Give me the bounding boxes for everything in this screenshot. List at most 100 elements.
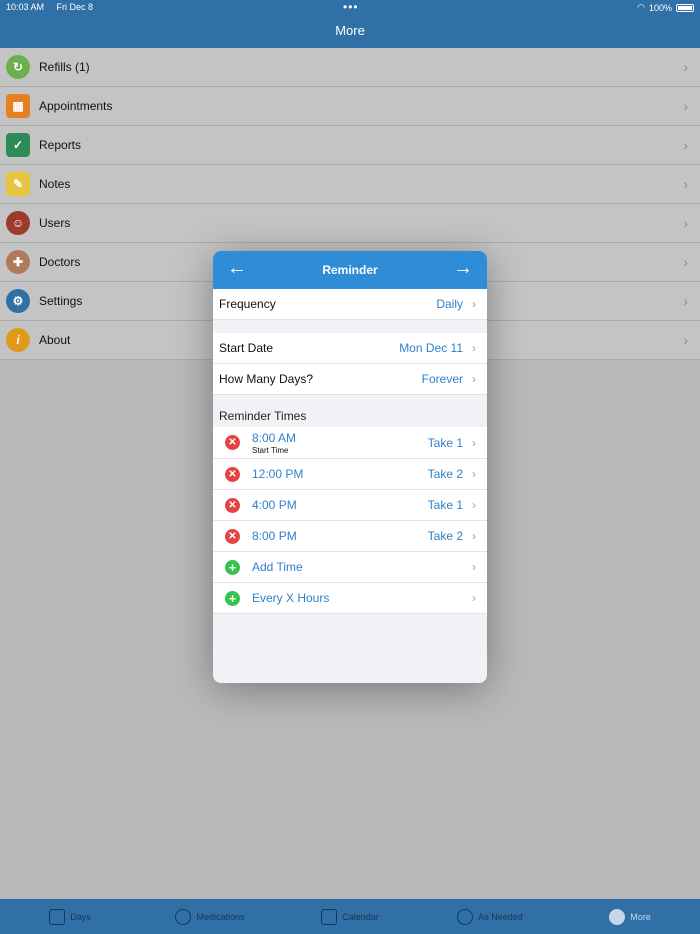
reminder-time: 8:00 AM bbox=[252, 430, 297, 445]
house-icon bbox=[49, 908, 66, 925]
menu-item-label: Refills (1) bbox=[39, 60, 90, 74]
add-time-label: Add Time bbox=[252, 560, 303, 574]
dose-value: Take 1 bbox=[427, 498, 463, 512]
how-many-days-row[interactable]: How Many Days? Forever › bbox=[213, 364, 487, 395]
menu-item-notes[interactable]: ✎ Notes › bbox=[0, 165, 700, 204]
every-x-hours-row[interactable]: + Every X Hours › bbox=[213, 583, 487, 614]
reminder-time: 4:00 PM bbox=[252, 498, 297, 512]
frequency-label: Frequency bbox=[219, 297, 276, 311]
forward-arrow-icon[interactable]: → bbox=[453, 258, 473, 278]
menu-item-label: Appointments bbox=[39, 99, 113, 113]
chevron-right-icon: › bbox=[683, 137, 688, 153]
frequency-row[interactable]: Frequency Daily › bbox=[213, 289, 487, 320]
dose-value: Take 2 bbox=[427, 467, 463, 481]
about-icon: i bbox=[6, 328, 30, 352]
tab-days[interactable]: Days bbox=[0, 899, 140, 934]
top-bar: 10:03 AM Fri Dec 8 ••• ◠ 100% More bbox=[0, 0, 700, 48]
tab-as-needed[interactable]: As Needed bbox=[420, 899, 560, 934]
add-time-row[interactable]: + Add Time › bbox=[213, 552, 487, 583]
every-x-hours-label: Every X Hours bbox=[252, 591, 330, 605]
remove-circle-icon[interactable]: ✕ bbox=[225, 498, 240, 513]
users-icon: ☺ bbox=[6, 211, 30, 235]
reminder-time-row[interactable]: ✕ 12:00 PM Take 2 › bbox=[213, 459, 487, 490]
remove-circle-icon[interactable]: ✕ bbox=[225, 435, 240, 450]
add-circle-icon[interactable]: + bbox=[225, 591, 240, 606]
reminder-time-row[interactable]: ✕ 8:00 AM Start Time Take 1 › bbox=[213, 427, 487, 459]
menu-item-label: Reports bbox=[39, 138, 82, 152]
start-time-caption: Start Time bbox=[252, 445, 289, 455]
tab-label: Days bbox=[70, 911, 91, 922]
doctors-icon: ✚ bbox=[6, 250, 30, 274]
remove-circle-icon[interactable]: ✕ bbox=[225, 467, 240, 482]
status-date: Fri Dec 8 bbox=[56, 2, 94, 12]
settings-icon: ⚙ bbox=[6, 289, 30, 313]
how-many-days-label: How Many Days? bbox=[219, 372, 314, 386]
tab-label: As Needed bbox=[478, 911, 523, 922]
dose-value: Take 1 bbox=[427, 435, 463, 450]
chevron-right-icon: › bbox=[472, 372, 476, 386]
tab-label: Medications bbox=[196, 911, 245, 922]
tab-label: Calendar bbox=[342, 911, 379, 922]
start-date-value: Mon Dec 11 bbox=[399, 341, 463, 355]
appointments-icon: ▦ bbox=[6, 94, 30, 118]
remove-circle-icon[interactable]: ✕ bbox=[225, 529, 240, 544]
tab-medications[interactable]: Medications bbox=[140, 899, 280, 934]
reminder-time-row[interactable]: ✕ 8:00 PM Take 2 › bbox=[213, 521, 487, 552]
chevron-right-icon: › bbox=[683, 59, 688, 75]
start-date-row[interactable]: Start Date Mon Dec 11 › bbox=[213, 333, 487, 364]
refills-icon: ↻ bbox=[6, 55, 30, 79]
modal-header: ← Reminder → bbox=[213, 251, 487, 289]
reminder-time: 12:00 PM bbox=[252, 467, 304, 481]
plus-circle-icon bbox=[457, 908, 474, 925]
chevron-right-icon: › bbox=[472, 560, 476, 574]
reminder-time: 8:00 PM bbox=[252, 529, 297, 543]
tab-label: More bbox=[630, 911, 651, 922]
modal-title: Reminder bbox=[322, 263, 378, 277]
menu-item-users[interactable]: ☺ Users › bbox=[0, 204, 700, 243]
chevron-right-icon: › bbox=[683, 254, 688, 270]
menu-item-label: Notes bbox=[39, 177, 71, 191]
menu-item-label: About bbox=[39, 333, 71, 347]
frequency-value: Daily bbox=[436, 297, 463, 311]
more-icon bbox=[609, 908, 626, 925]
battery-icon bbox=[676, 3, 694, 12]
add-circle-icon[interactable]: + bbox=[225, 560, 240, 575]
status-bar-right: ◠ 100% bbox=[637, 2, 694, 13]
pills-icon bbox=[175, 908, 192, 925]
wifi-icon: ◠ bbox=[637, 2, 645, 12]
chevron-right-icon: › bbox=[472, 591, 476, 605]
chevron-right-icon: › bbox=[683, 215, 688, 231]
status-bar-left: 10:03 AM Fri Dec 8 bbox=[6, 2, 103, 12]
page-title: More bbox=[335, 23, 365, 38]
notes-icon: ✎ bbox=[6, 172, 30, 196]
menu-item-refills[interactable]: ↻ Refills (1) › bbox=[0, 48, 700, 87]
tab-bar: Days Medications Calendar As Needed More bbox=[0, 899, 700, 934]
menu-item-label: Settings bbox=[39, 294, 83, 308]
chevron-right-icon: › bbox=[472, 529, 476, 543]
calendar-icon bbox=[321, 908, 338, 925]
status-time: 10:03 AM bbox=[6, 2, 45, 12]
start-date-label: Start Date bbox=[219, 341, 274, 355]
reminder-time-row[interactable]: ✕ 4:00 PM Take 1 › bbox=[213, 490, 487, 521]
chevron-right-icon: › bbox=[683, 293, 688, 309]
menu-item-label: Doctors bbox=[39, 255, 81, 269]
chevron-right-icon: › bbox=[472, 435, 476, 450]
chevron-right-icon: › bbox=[472, 467, 476, 481]
chevron-right-icon: › bbox=[683, 98, 688, 114]
battery-percent: 100% bbox=[648, 2, 672, 13]
reminder-modal: ← Reminder → Frequency Daily › Start Dat… bbox=[213, 251, 487, 683]
chevron-right-icon: › bbox=[472, 341, 476, 355]
chevron-right-icon: › bbox=[683, 176, 688, 192]
multitask-dots-icon[interactable]: ••• bbox=[343, 0, 359, 14]
dose-value: Take 2 bbox=[427, 529, 463, 543]
chevron-right-icon: › bbox=[683, 332, 688, 348]
tab-calendar[interactable]: Calendar bbox=[280, 899, 420, 934]
reports-icon: ✓ bbox=[6, 133, 30, 157]
reminder-times-header: Reminder Times bbox=[219, 409, 307, 423]
chevron-right-icon: › bbox=[472, 498, 476, 512]
tab-more[interactable]: More bbox=[560, 899, 700, 934]
how-many-days-value: Forever bbox=[421, 372, 463, 386]
menu-item-appointments[interactable]: ▦ Appointments › bbox=[0, 87, 700, 126]
menu-item-reports[interactable]: ✓ Reports › bbox=[0, 126, 700, 165]
